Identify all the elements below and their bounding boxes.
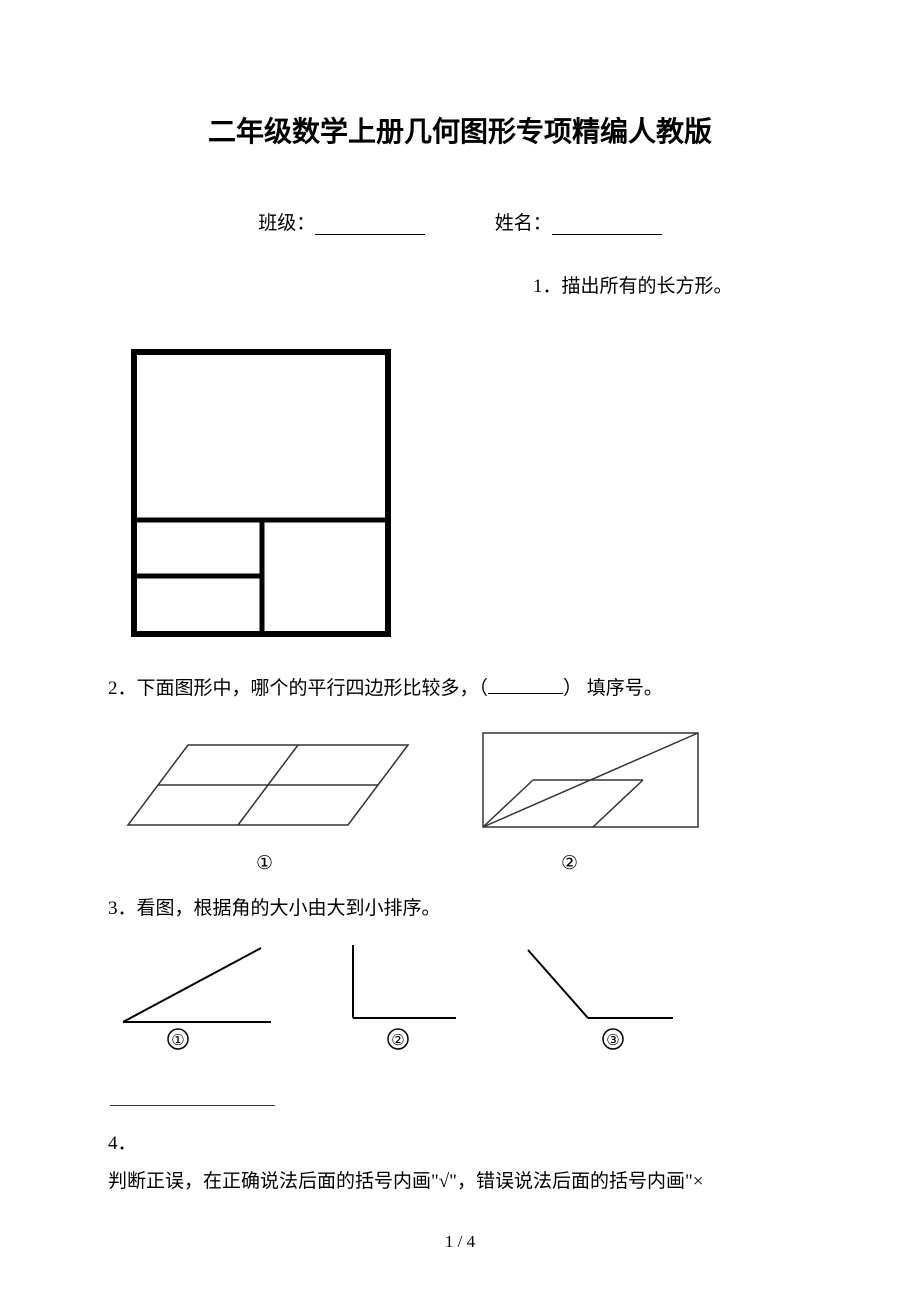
- q2-suffix: ） 填序号。: [563, 678, 663, 699]
- q2-figure-1: [108, 735, 428, 840]
- student-info-line: 班级： 姓名：: [108, 208, 812, 235]
- question-3-text: 3．看图，根据角的大小由大到小排序。: [108, 893, 812, 920]
- answer-line[interactable]: [110, 1105, 275, 1106]
- name-blank[interactable]: [552, 217, 662, 235]
- angle-2: ②: [338, 940, 463, 1060]
- question-1-figure: [130, 348, 812, 643]
- q2-blank[interactable]: [488, 693, 563, 694]
- angle-1: ①: [113, 940, 283, 1060]
- question-4-text: 判断正误，在正确说法后面的括号内画"√"，错误说法后面的括号内画"×: [108, 1167, 812, 1197]
- q2-figure-2: [478, 725, 703, 840]
- q2-prefix: 2．下面图形中，哪个的平行四边形比较多，（: [108, 678, 488, 699]
- question-2-labels: ① ②: [108, 852, 812, 875]
- q2-label-2: ②: [561, 852, 578, 875]
- class-blank[interactable]: [315, 217, 425, 235]
- svg-text:②: ②: [391, 1033, 404, 1049]
- q2-label-1: ①: [256, 852, 273, 875]
- question-2-text: 2．下面图形中，哪个的平行四边形比较多，（ ） 填序号。: [108, 673, 812, 700]
- page-title: 二年级数学上册几何图形专项精编人教版: [108, 110, 812, 150]
- question-1-text: 1．描出所有的长方形。: [533, 271, 812, 298]
- question-2-figures: [108, 725, 812, 840]
- angle-3: ③: [518, 940, 678, 1060]
- question-4-num: 4．: [108, 1128, 812, 1155]
- question-3-figures: ① ② ③: [113, 940, 812, 1060]
- svg-text:③: ③: [606, 1033, 619, 1049]
- class-label: 班级：: [258, 213, 315, 234]
- name-label: 姓名：: [495, 213, 552, 234]
- page-number: 1 / 4: [0, 1232, 920, 1252]
- svg-text:①: ①: [171, 1033, 184, 1049]
